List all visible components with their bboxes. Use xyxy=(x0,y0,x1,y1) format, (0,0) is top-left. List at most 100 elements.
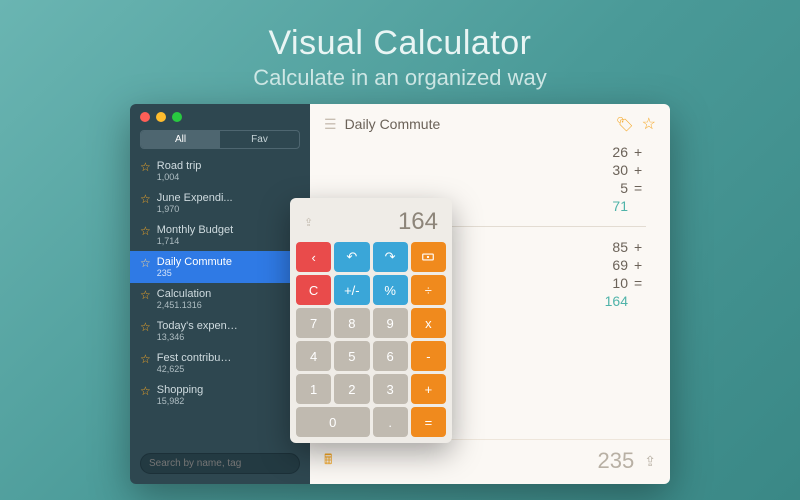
list-item-name: Calculation xyxy=(157,288,300,300)
tape-number: 5 xyxy=(588,180,628,196)
tape-row: 5= xyxy=(450,180,646,196)
equals-button[interactable]: = xyxy=(411,407,446,437)
list-item[interactable]: ☆ Shopping15,982 xyxy=(130,379,310,411)
tape-number: 30 xyxy=(588,162,628,178)
percent-button[interactable]: % xyxy=(373,275,408,305)
hero-subtitle: Calculate in an organized way xyxy=(0,65,800,91)
list-item-value: 1,970 xyxy=(157,204,300,214)
add-button[interactable]: + xyxy=(411,374,446,404)
tape-row: 10= xyxy=(450,275,646,291)
divide-button[interactable]: ÷ xyxy=(411,275,446,305)
sign-button[interactable]: +/- xyxy=(334,275,369,305)
tape-result: 71 xyxy=(450,198,646,214)
list-item[interactable]: ☆ Calculation2,451.1316 xyxy=(130,283,310,315)
tape-operator xyxy=(634,198,646,214)
list-item-value: 15,982 xyxy=(157,396,300,406)
tape-operator: + xyxy=(634,144,646,160)
tape-result-value: 164 xyxy=(588,293,628,309)
list-item-name: Daily Commute xyxy=(157,256,300,268)
list-item-name: Monthly Budget xyxy=(157,224,300,236)
list-item-name: June Expendi... xyxy=(157,192,300,204)
key-dot[interactable]: . xyxy=(373,407,408,437)
star-icon[interactable]: ☆ xyxy=(140,224,151,238)
tape-operator: = xyxy=(634,180,646,196)
tab-fav[interactable]: Fav xyxy=(220,131,299,148)
list-item[interactable]: ☆ June Expendi...1,970 xyxy=(130,187,310,219)
list-item-value: 235 xyxy=(157,268,300,278)
list-item-value: 1,714 xyxy=(157,236,300,246)
cash-icon xyxy=(421,250,435,264)
tape-number: 26 xyxy=(588,144,628,160)
list-item-value: 13,346 xyxy=(157,332,300,342)
footer: 🖩 235 ⇪ xyxy=(310,439,670,484)
page-title: Daily Commute xyxy=(345,116,608,132)
close-icon[interactable] xyxy=(140,112,150,122)
key-1[interactable]: 1 xyxy=(296,374,331,404)
list-item[interactable]: ☆Fest contribu…42,625 xyxy=(130,347,310,379)
zoom-icon[interactable] xyxy=(172,112,182,122)
multiply-button[interactable]: x xyxy=(411,308,446,338)
list-item-name: Road trip xyxy=(157,160,300,172)
tape-row: 26 + xyxy=(450,144,646,160)
cash-button[interactable] xyxy=(411,242,446,272)
document-icon: ☰ xyxy=(324,116,337,133)
search-container xyxy=(140,453,300,474)
tape-operator: = xyxy=(634,275,646,291)
key-0[interactable]: 0 xyxy=(296,407,370,437)
share-icon[interactable]: ⇪ xyxy=(644,453,656,470)
star-icon[interactable]: ☆ xyxy=(140,256,151,270)
display-value: 164 xyxy=(398,208,438,235)
clear-button[interactable]: C xyxy=(296,275,331,305)
undo-button[interactable]: ↶ xyxy=(334,242,369,272)
tape-operator xyxy=(634,293,646,309)
tape-result-value: 71 xyxy=(588,198,628,214)
list-item[interactable]: ☆ Today's expen…13,346 xyxy=(130,315,310,347)
tape-number: 69 xyxy=(588,257,628,273)
list-item-value: 42,625 xyxy=(157,364,300,374)
window-controls xyxy=(130,104,310,126)
tab-all[interactable]: All xyxy=(141,131,220,148)
favorite-icon[interactable]: ☆ xyxy=(642,114,656,134)
key-4[interactable]: 4 xyxy=(296,341,331,371)
share-icon[interactable]: ⇪ xyxy=(304,216,313,229)
star-icon[interactable]: ☆ xyxy=(140,192,151,206)
tag-icon[interactable]: 🏷 xyxy=(616,116,634,133)
grand-total: 235 xyxy=(598,448,635,474)
subtract-button[interactable]: - xyxy=(411,341,446,371)
hero-title: Visual Calculator xyxy=(0,24,800,63)
calculator-icon[interactable]: 🖩 xyxy=(324,449,332,473)
titlebar: ☰ Daily Commute 🏷 ☆ xyxy=(310,104,670,144)
tape-row: 30 + xyxy=(450,162,646,178)
calculator-display: ⇪ 164 xyxy=(296,204,446,242)
list-item-value: 1,004 xyxy=(157,172,300,182)
document-list: ☆ Road trip1,004 ☆ June Expendi...1,970 ☆ M… xyxy=(130,155,310,447)
list-item-name: Today's expen… xyxy=(157,320,300,332)
list-item-value: 2,451.1316 xyxy=(157,300,300,310)
star-icon[interactable]: ☆ xyxy=(140,160,151,174)
key-9[interactable]: 9 xyxy=(373,308,408,338)
key-3[interactable]: 3 xyxy=(373,374,408,404)
redo-button[interactable]: ↷ xyxy=(373,242,408,272)
list-item-name: Shopping xyxy=(157,384,300,396)
tape-operator: + xyxy=(634,162,646,178)
list-item[interactable]: ☆ Daily Commute235 xyxy=(130,251,310,283)
key-2[interactable]: 2 xyxy=(334,374,369,404)
key-6[interactable]: 6 xyxy=(373,341,408,371)
tape-result: 164 xyxy=(450,293,646,309)
star-icon[interactable]: ☆ xyxy=(140,384,151,398)
search-input[interactable] xyxy=(140,453,300,474)
calculator-popout[interactable]: ⇪ 164 ‹ ↶ ↷ C +/- % ÷ 7 8 9 x 4 5 6 - 1 … xyxy=(290,198,452,443)
minimize-icon[interactable] xyxy=(156,112,166,122)
star-icon[interactable]: ☆ xyxy=(140,352,151,366)
key-5[interactable]: 5 xyxy=(334,341,369,371)
key-8[interactable]: 8 xyxy=(334,308,369,338)
star-icon[interactable]: ☆ xyxy=(140,320,151,334)
list-item[interactable]: ☆ Road trip1,004 xyxy=(130,155,310,187)
back-button[interactable]: ‹ xyxy=(296,242,331,272)
list-item[interactable]: ☆ Monthly Budget1,714 xyxy=(130,219,310,251)
segmented-control: All Fav xyxy=(140,130,300,149)
tape-operator: + xyxy=(634,239,646,255)
star-icon[interactable]: ☆ xyxy=(140,288,151,302)
keypad: ‹ ↶ ↷ C +/- % ÷ 7 8 9 x 4 5 6 - 1 2 3 + … xyxy=(296,242,446,437)
key-7[interactable]: 7 xyxy=(296,308,331,338)
